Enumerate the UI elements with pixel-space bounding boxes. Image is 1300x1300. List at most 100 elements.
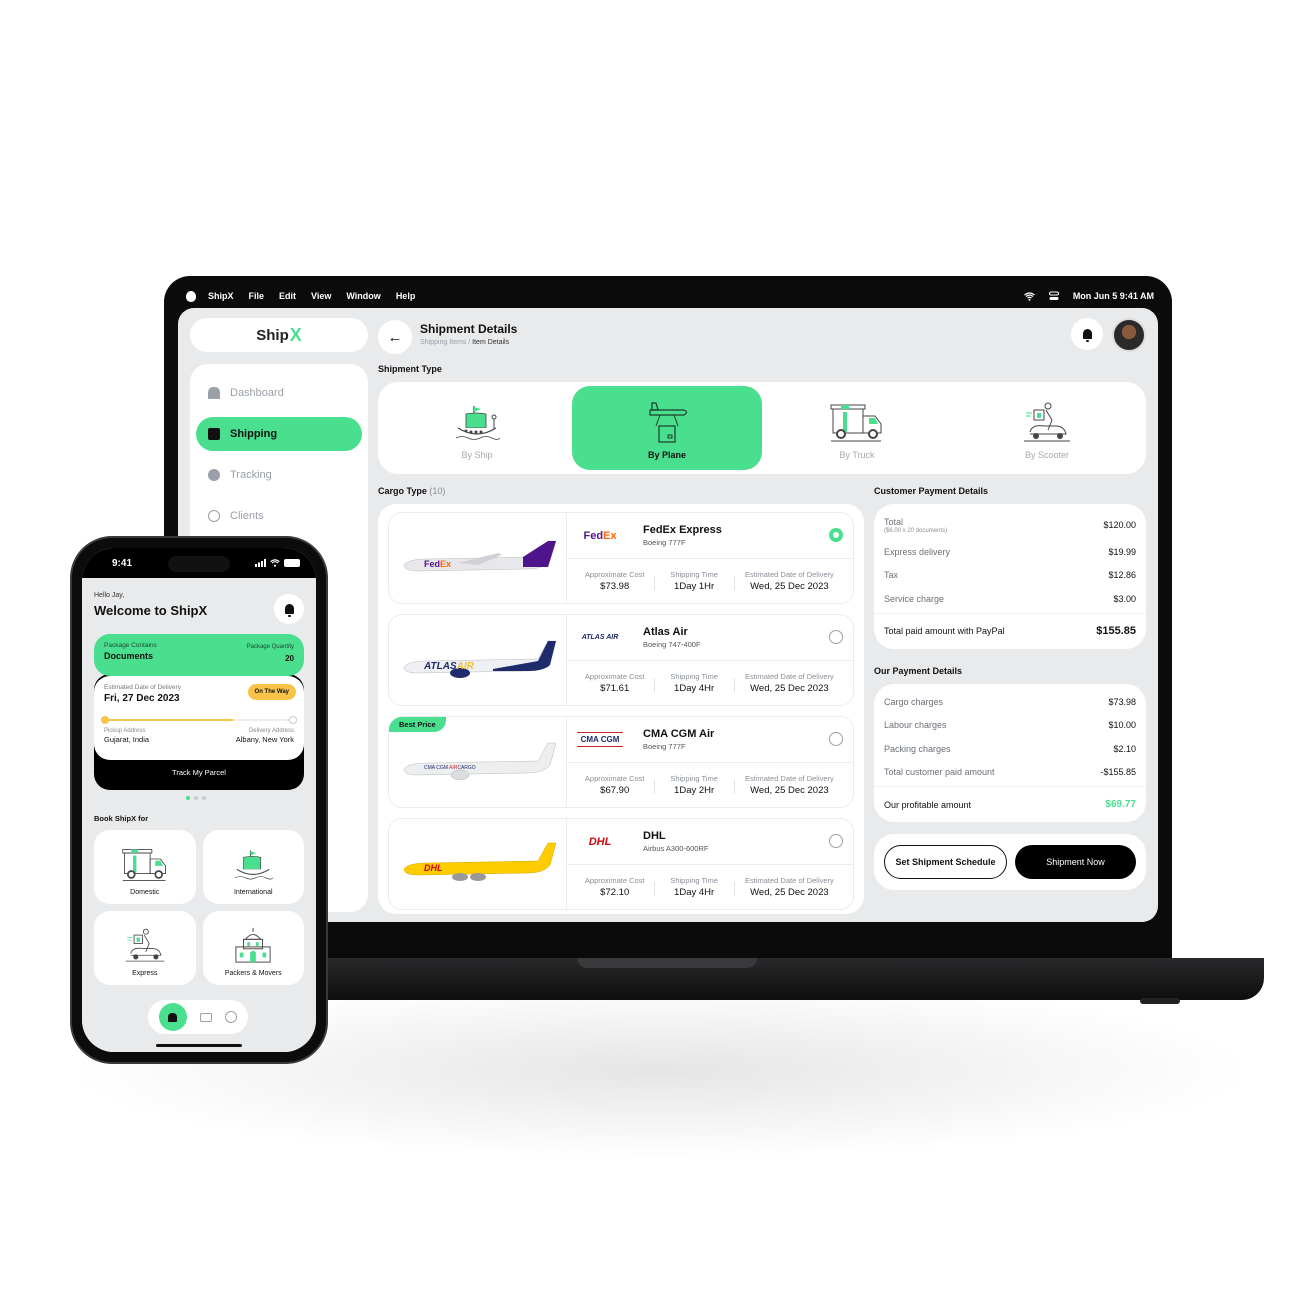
time-label: Shipping Time — [670, 672, 718, 681]
scooter-icon — [1024, 402, 1070, 442]
sidebar-item-label: Shipping — [230, 428, 278, 440]
carrier-name: FedEx Express — [643, 524, 722, 536]
phone-notifications-button[interactable] — [274, 594, 304, 624]
sidebar-item-tracking[interactable]: Tracking — [196, 458, 362, 492]
payment-row: Tax $12.86 — [884, 564, 1136, 588]
book-heading: Book ShipX for — [94, 814, 149, 823]
avatar[interactable] — [1112, 318, 1146, 352]
menu-view[interactable]: View — [311, 291, 331, 301]
service-packers-movers[interactable]: Packers & Movers — [202, 911, 304, 985]
control-center-icon[interactable] — [1048, 291, 1059, 301]
back-button[interactable]: ← — [378, 320, 412, 354]
macos-menubar: ShipX File Edit View Window Help Mon Jun… — [176, 286, 1160, 306]
service-international[interactable]: International — [202, 830, 304, 904]
svg-text:ATLASAIR: ATLASAIR — [423, 661, 475, 672]
our-payment-heading: Our Payment Details — [874, 666, 963, 676]
app-logo[interactable]: Ship X — [190, 318, 368, 352]
carrier-logo: ATLAS AIR — [581, 634, 619, 641]
time-value: 1Day 4Hr — [674, 887, 715, 898]
logo-text: Ship — [256, 326, 289, 344]
carousel-dot[interactable] — [194, 796, 198, 800]
payment-amount: $10.00 — [1108, 720, 1136, 731]
carrier-logo: DHL — [588, 835, 612, 848]
payment-label: Packing charges — [884, 743, 951, 754]
select-radio[interactable] — [829, 528, 843, 542]
shipment-now-button[interactable]: Shipment Now — [1015, 845, 1136, 879]
shipment-type-truck[interactable]: By Truck — [762, 386, 952, 470]
shipment-type-scooter[interactable]: By Scooter — [952, 386, 1142, 470]
carousel-dots — [186, 796, 206, 800]
breadcrumb: Shipping Items / Item Details — [420, 339, 509, 346]
phone-screen: 9:41 Hello Jay, Welcome to ShipX Package… — [82, 548, 316, 1052]
cargo-option-atlas-air[interactable]: ATLASAIR ATLAS AIR Atlas Air Boeing 747-… — [388, 614, 854, 706]
apple-icon[interactable] — [186, 290, 196, 302]
time-value: 1Day 1Hr — [674, 581, 715, 592]
best-price-badge: Best Price — [389, 717, 446, 732]
service-label: International — [233, 889, 273, 896]
cost-label: Approximate Cost — [584, 876, 645, 885]
time-value: 1Day 2Hr — [674, 785, 715, 796]
phone-status-bar: 9:41 — [82, 548, 316, 578]
payment-row: Cargo charges $73.98 — [884, 690, 1136, 714]
package-summary: Package Contains Documents Package Quant… — [94, 634, 304, 676]
payment-sublabel: ($6.00 x 20 documents) — [884, 527, 948, 534]
payment-row: Labour charges $10.00 — [884, 714, 1136, 738]
profile-icon[interactable] — [225, 1011, 238, 1023]
payment-row: Packing charges $2.10 — [884, 737, 1136, 761]
carousel-dot[interactable] — [202, 796, 206, 800]
aircraft-image: FedEx — [389, 513, 567, 603]
aircraft-model: Boeing 777F — [643, 538, 686, 547]
menu-file[interactable]: File — [249, 291, 265, 301]
sidebar-item-clients[interactable]: Clients — [196, 499, 362, 533]
service-express[interactable]: Express — [94, 911, 196, 985]
cargo-option-dhl[interactable]: DHL DHL DHL Airbus A300-600RF Approximat… — [388, 818, 854, 910]
payment-amount: $3.00 — [1113, 593, 1136, 604]
aircraft-model: Airbus A300-600RF — [643, 844, 709, 853]
cargo-option-fedex[interactable]: FedEx FedEx FedEx Express Boeing 777F Ap… — [388, 512, 854, 604]
notifications-button[interactable] — [1071, 318, 1103, 350]
set-schedule-button[interactable]: Set Shipment Schedule — [884, 845, 1007, 879]
carrier-name: DHL — [643, 830, 666, 842]
track-my-parcel-button[interactable]: Track My Parcel — [94, 768, 304, 777]
eta-label: Estimated Date of Delivery — [745, 876, 834, 885]
laptop-foot — [1140, 998, 1180, 1004]
delivery-progress — [101, 716, 297, 724]
battery-icon — [284, 559, 300, 567]
laptop-notch — [577, 958, 757, 968]
select-radio[interactable] — [829, 834, 843, 848]
service-domestic[interactable]: Domestic — [94, 830, 196, 904]
payment-label: Service charge — [884, 593, 945, 604]
truck-icon — [122, 849, 166, 881]
menu-app-name[interactable]: ShipX — [208, 291, 234, 301]
parcel-icon[interactable] — [199, 1012, 212, 1022]
select-radio[interactable] — [829, 630, 843, 644]
menubar-clock[interactable]: Mon Jun 5 9:41 AM — [1073, 291, 1154, 301]
menu-help[interactable]: Help — [396, 291, 416, 301]
breadcrumb-parent[interactable]: Shipping Items — [420, 339, 466, 346]
bell-icon — [1082, 329, 1092, 342]
profit-amount: $69.77 — [1105, 799, 1136, 810]
wifi-icon[interactable] — [1023, 291, 1035, 301]
carousel-dot[interactable] — [186, 796, 190, 800]
sidebar-item-shipping[interactable]: Shipping — [196, 417, 362, 451]
cargo-option-cma-cgm[interactable]: Best Price CMA CGM AIRCARGO CMA CGM CMA … — [388, 716, 854, 808]
eta-value: Wed, 25 Dec 2023 — [750, 581, 829, 592]
menu-edit[interactable]: Edit — [279, 291, 296, 301]
home-indicator — [156, 1044, 242, 1047]
navigation-icon — [208, 469, 220, 481]
carrier-name: Atlas Air — [643, 626, 688, 638]
bell-icon — [284, 604, 294, 617]
service-grid: Domestic International Express Packers &… — [94, 830, 304, 985]
menu-window[interactable]: Window — [346, 291, 380, 301]
select-radio[interactable] — [829, 732, 843, 746]
box-icon — [208, 428, 220, 440]
payment-row: Service charge $3.00 — [884, 587, 1136, 611]
eta-value: Wed, 25 Dec 2023 — [750, 683, 829, 694]
phone-tab-bar — [148, 1000, 248, 1034]
tab-home[interactable] — [158, 1003, 187, 1031]
sidebar-item-dashboard[interactable]: Dashboard — [196, 376, 362, 410]
shipment-type-ship[interactable]: By Ship — [382, 386, 572, 470]
shipment-type-plane[interactable]: By Plane — [572, 386, 762, 470]
sidebar-item-label: Tracking — [230, 469, 272, 481]
building-icon — [235, 927, 271, 963]
